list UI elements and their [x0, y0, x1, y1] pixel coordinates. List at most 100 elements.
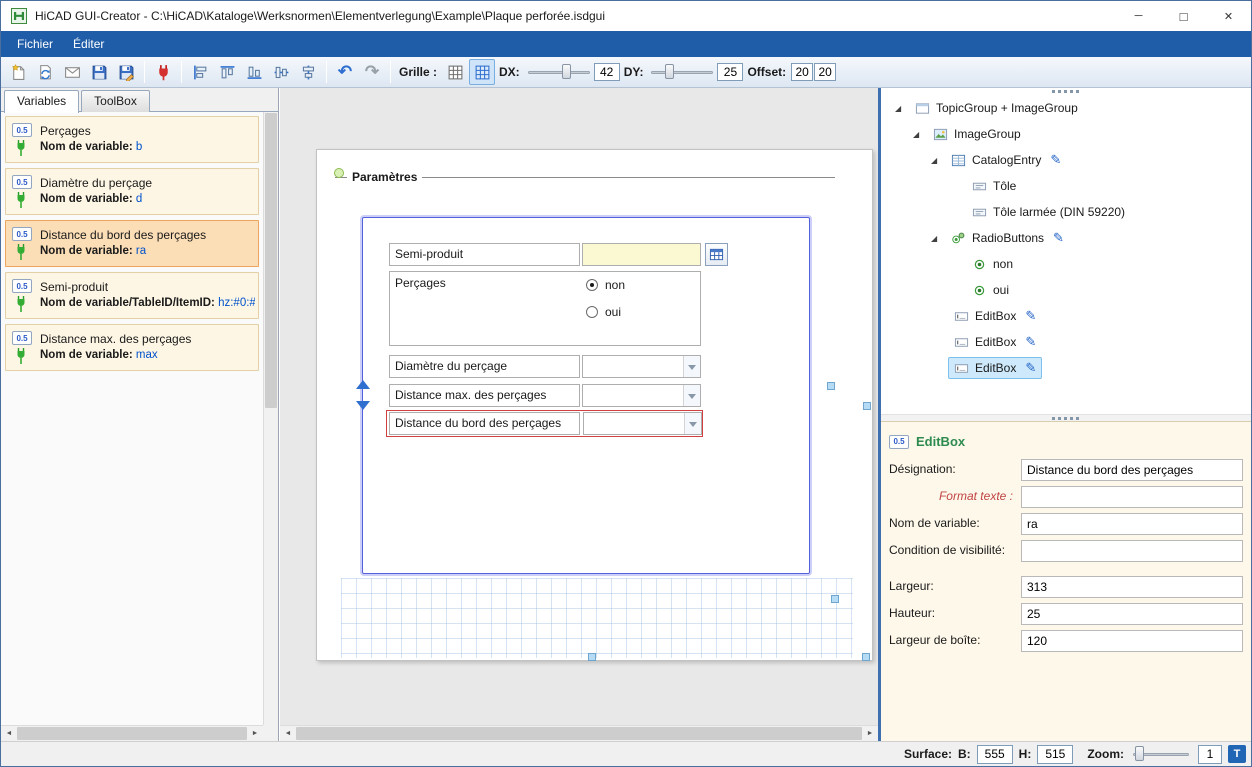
tree-item-imagegroup[interactable]: ◢ ImageGroup: [881, 121, 1251, 147]
largeur-input[interactable]: [1021, 576, 1243, 598]
scroll-right-icon[interactable]: ►: [247, 730, 263, 737]
condition-visibilite-input[interactable]: [1021, 540, 1243, 562]
combo-arrow-icon[interactable]: [683, 385, 700, 406]
format-texte-input[interactable]: [1021, 486, 1243, 508]
center-horizontal-button[interactable]: [295, 59, 321, 85]
dy-input[interactable]: [717, 63, 743, 81]
vertical-resize-arrow-icon[interactable]: [355, 380, 371, 410]
menu-editer[interactable]: Éditer: [63, 33, 114, 55]
distance-max-combo[interactable]: [582, 384, 701, 407]
combo-arrow-icon[interactable]: [683, 356, 700, 377]
hauteur-input[interactable]: [1021, 603, 1243, 625]
semi-produit-input[interactable]: [582, 243, 701, 266]
scroll-left-icon[interactable]: ◄: [280, 730, 296, 737]
center-vertical-button[interactable]: [268, 59, 294, 85]
tree-item-topicgroup[interactable]: ◢ TopicGroup + ImageGroup: [881, 95, 1251, 121]
text-tool-button[interactable]: T: [1228, 745, 1246, 763]
origin-handle[interactable]: [334, 168, 344, 178]
tree-item-non[interactable]: non: [881, 251, 1251, 277]
scroll-thumb[interactable]: [17, 727, 247, 740]
resize-handle[interactable]: [863, 402, 871, 410]
diametre-combo[interactable]: [582, 355, 701, 378]
design-canvas[interactable]: Paramètres Semi-produit Perçages non oui…: [280, 88, 878, 741]
variable-item-diametre[interactable]: 0.5 Diamètre du perçage Nom de variable:…: [5, 168, 259, 215]
largeur-boite-input[interactable]: [1021, 630, 1243, 652]
edit-pencil-icon[interactable]: ✎: [1025, 334, 1036, 350]
maximize-icon[interactable]: □: [1161, 1, 1206, 31]
edit-pencil-icon[interactable]: ✎: [1025, 308, 1036, 324]
canvas-hscrollbar[interactable]: ◄ ►: [280, 725, 878, 741]
mail-export-button[interactable]: [59, 59, 85, 85]
zoom-slider[interactable]: [1133, 745, 1189, 763]
insert-variable-button[interactable]: [150, 59, 176, 85]
tree-expand-icon[interactable]: ◢: [913, 130, 927, 139]
selected-row-outline[interactable]: Distance du bord des perçages: [386, 410, 703, 437]
combo-arrow-icon[interactable]: [684, 413, 701, 434]
variable-item-distance-bord[interactable]: 0.5 Distance du bord des perçages Nom de…: [5, 220, 259, 267]
new-file-button[interactable]: [5, 59, 31, 85]
open-file-button[interactable]: [32, 59, 58, 85]
design-page[interactable]: Paramètres Semi-produit Perçages non oui…: [316, 149, 873, 661]
variable-item-percages[interactable]: 0.5 Perçages Nom de variable: b: [5, 116, 259, 163]
tab-toolbox[interactable]: ToolBox: [81, 90, 150, 112]
radio-non[interactable]: non: [586, 278, 625, 292]
diametre-label[interactable]: Diamètre du perçage: [389, 355, 580, 378]
dx-slider-thumb[interactable]: [562, 64, 571, 79]
grid-snap-button[interactable]: [469, 59, 495, 85]
dx-slider[interactable]: [528, 63, 590, 81]
align-left-button[interactable]: [187, 59, 213, 85]
save-button[interactable]: [86, 59, 112, 85]
tree-item-tole[interactable]: Tôle: [881, 173, 1251, 199]
resize-handle[interactable]: [831, 595, 839, 603]
splitter-grip[interactable]: [881, 88, 1251, 95]
undo-button[interactable]: ↶: [332, 59, 358, 85]
nom-variable-input[interactable]: [1021, 513, 1243, 535]
resize-handle[interactable]: [588, 653, 596, 661]
grid-show-button[interactable]: [442, 59, 468, 85]
offset-x-input[interactable]: [791, 63, 813, 81]
tree-expand-icon[interactable]: ◢: [931, 234, 945, 243]
zoom-input[interactable]: [1198, 745, 1222, 764]
variable-item-distance-max[interactable]: 0.5 Distance max. des perçages Nom de va…: [5, 324, 259, 371]
left-hscrollbar[interactable]: ◄ ►: [1, 725, 263, 741]
splitter-grip[interactable]: [881, 414, 1251, 421]
menu-fichier[interactable]: Fichier: [7, 33, 63, 55]
distance-max-label[interactable]: Distance max. des perçages: [389, 384, 580, 407]
scroll-right-icon[interactable]: ►: [862, 730, 878, 737]
tree-item-catalogentry[interactable]: ◢ CatalogEntry✎: [881, 147, 1251, 173]
percages-groupbox[interactable]: Perçages non oui: [389, 271, 701, 346]
radio-oui[interactable]: oui: [586, 305, 621, 319]
distance-bord-combo[interactable]: [583, 412, 702, 435]
tab-variables[interactable]: Variables: [4, 90, 79, 113]
designation-input[interactable]: [1021, 459, 1243, 481]
dy-slider-thumb[interactable]: [665, 64, 674, 79]
dy-slider[interactable]: [651, 63, 713, 81]
semi-produit-label[interactable]: Semi-produit: [389, 243, 580, 266]
scroll-left-icon[interactable]: ◄: [1, 730, 17, 737]
tree-item-editbox-1[interactable]: EditBox✎: [881, 303, 1251, 329]
resize-handle[interactable]: [827, 382, 835, 390]
left-vscrollbar[interactable]: [263, 112, 278, 725]
dx-input[interactable]: [594, 63, 620, 81]
tree-item-oui[interactable]: oui: [881, 277, 1251, 303]
save-as-button[interactable]: [113, 59, 139, 85]
tree-item-editbox-2[interactable]: EditBox✎: [881, 329, 1251, 355]
close-icon[interactable]: ✕: [1206, 1, 1251, 31]
tree-item-radiobuttons[interactable]: ◢ RadioButtons✎: [881, 225, 1251, 251]
zoom-slider-thumb[interactable]: [1135, 746, 1144, 761]
edit-pencil-icon[interactable]: ✎: [1025, 360, 1036, 376]
redo-button[interactable]: ↷: [359, 59, 385, 85]
edit-pencil-icon[interactable]: ✎: [1053, 230, 1064, 246]
tree-expand-icon[interactable]: ◢: [895, 104, 909, 113]
catalog-browse-button[interactable]: [705, 243, 728, 266]
resize-handle[interactable]: [862, 653, 870, 661]
edit-pencil-icon[interactable]: ✎: [1050, 152, 1061, 168]
minimize-icon[interactable]: ─: [1116, 1, 1161, 31]
tree-expand-icon[interactable]: ◢: [931, 156, 945, 165]
surface-b-input[interactable]: [977, 745, 1013, 764]
surface-h-input[interactable]: [1037, 745, 1073, 764]
variable-item-semi-produit[interactable]: 0.5 Semi-produit Nom de variable/TableID…: [5, 272, 259, 319]
tree-item-editbox-3[interactable]: EditBox✎: [881, 355, 1251, 381]
offset-y-input[interactable]: [814, 63, 836, 81]
align-bottom-button[interactable]: [241, 59, 267, 85]
